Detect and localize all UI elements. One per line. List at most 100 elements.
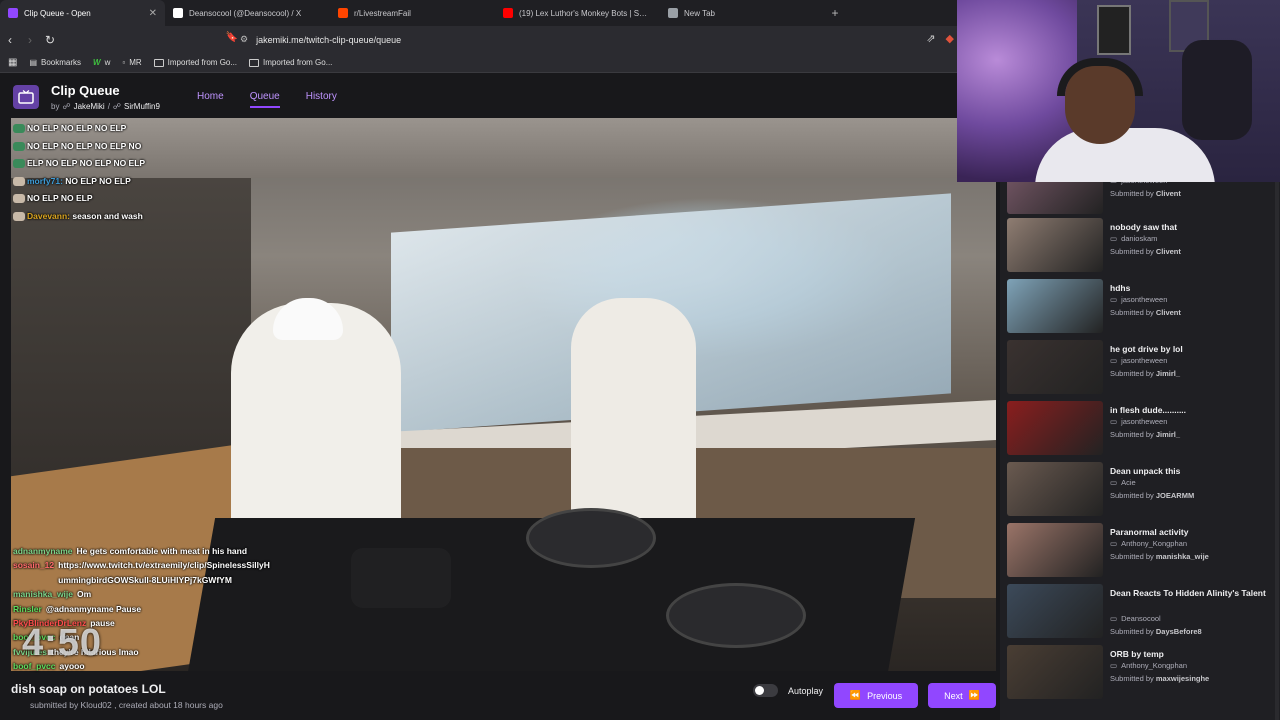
queue-item-author: ▭ Anthony_Kongphan — [1110, 661, 1187, 670]
app-header: Clip Queue by ☍ JakeMiki / ☍ SirMuffin9 … — [0, 78, 1000, 118]
clip-thumbnail[interactable] — [1007, 645, 1103, 699]
bookmark-w[interactable]: Ww — [93, 58, 110, 67]
queue-item-title: Paranormal activity — [1110, 527, 1189, 537]
clip-title: dish soap on potatoes LOL — [11, 682, 166, 696]
queue-item-title: Dean Reacts To Hidden Alinity's Talent — [1110, 588, 1266, 598]
bookmarks-bar: ▦ ▤ Bookmarks Ww ▫ MR Imported from Go... … — [0, 53, 960, 73]
bookmark-folder-2[interactable]: Imported from Go... — [249, 58, 332, 67]
nav-queue[interactable]: Queue — [249, 91, 280, 108]
nav-home[interactable]: Home — [197, 91, 224, 108]
extension-icon[interactable]: ◆ — [946, 32, 954, 45]
clip-thumbnail[interactable] — [1007, 523, 1103, 577]
chat-message: NO ELP NO ELP NO ELP NO — [13, 138, 193, 156]
queue-item-title: nobody saw that — [1110, 222, 1178, 232]
nav-history[interactable]: History — [306, 91, 337, 108]
channel-icon: ▭ — [1110, 478, 1118, 487]
mr-icon: ▫ — [122, 58, 126, 67]
channel-icon: ▭ — [1110, 356, 1118, 365]
clip-thumbnail[interactable] — [1007, 340, 1103, 394]
queue-item[interactable]: Dean Reacts To Hidden Alinity's Talent ▭ D… — [1007, 584, 1277, 640]
tab-title: r/LivestreamFail — [354, 8, 411, 18]
chat-username: morfy71: — [27, 175, 63, 186]
stream-timer: 4:50 — [22, 622, 103, 664]
twitch-icon: ☍ — [112, 102, 122, 111]
channel-icon: ▭ — [1110, 417, 1118, 426]
queue-item-author: ▭ danioskam — [1110, 234, 1158, 243]
browser-tab[interactable]: Deansocool (@Deansocool) / X — [165, 0, 330, 26]
reload-icon[interactable]: ↻ — [40, 33, 60, 47]
queue-item[interactable]: Dean unpack this ▭ Acie Submitted by JOEARM… — [1007, 462, 1277, 518]
chat-text: Om — [77, 589, 92, 600]
browser-tab[interactable]: New Tab — [660, 0, 825, 26]
queue-item[interactable]: nobody saw that ▭ danioskam Submitted by Cl… — [1007, 218, 1277, 274]
back-icon[interactable]: ‹ — [0, 33, 20, 47]
clip-thumbnail[interactable] — [1007, 279, 1103, 333]
author-link-sirmuffin9[interactable]: SirMuffin9 — [124, 102, 160, 111]
chat-text: NO ELP NO ELP — [65, 175, 131, 186]
queue-item[interactable]: Arky & Tugi▭jasontheweenSubmitted by Cli… — [1007, 180, 1277, 216]
browser-tab[interactable]: (19) Lex Luthor's Monkey Bots | SUPE — [495, 0, 660, 26]
chat-username: Rinsler — [13, 603, 42, 614]
clip-thumbnail[interactable] — [1007, 401, 1103, 455]
emote-icon — [13, 211, 25, 221]
queue-item-title: ORB by temp — [1110, 649, 1164, 659]
bookmark-icon[interactable]: 🔖 — [222, 32, 242, 43]
clip-queue-list[interactable]: Arky & Tugi▭jasontheweenSubmitted by Cli… — [1000, 180, 1280, 720]
autoplay-toggle[interactable] — [753, 684, 778, 697]
clip-thumbnail[interactable] — [1007, 180, 1103, 214]
app-logo[interactable] — [13, 85, 39, 109]
streamer-webcam — [957, 0, 1280, 182]
queue-item[interactable]: hdhs ▭ jasontheween Submitted by Clivent — [1007, 279, 1277, 335]
webcam-skateboard-art — [1097, 5, 1131, 55]
share-icon[interactable]: ⇗ — [926, 32, 935, 45]
new-tab-button[interactable]: + — [825, 6, 845, 20]
webcam-chair — [1182, 40, 1252, 140]
folder-icon — [153, 58, 164, 67]
queue-item-author: ▭ Anthony_Kongphan — [1110, 539, 1187, 548]
queue-item[interactable]: ORB by temp ▭ Anthony_Kongphan Submitted by… — [1007, 645, 1277, 701]
queue-item-title: in flesh dude.......... — [1110, 405, 1187, 415]
chat-message: Davevann: season and wash — [13, 208, 193, 226]
video-scene-pot — [351, 548, 451, 608]
queue-item-author: ▭ jasontheween — [1110, 356, 1168, 365]
clip-thumbnail[interactable] — [1007, 584, 1103, 638]
queue-item-submitter: Submitted by manishka_wije — [1110, 552, 1209, 561]
chat-message: Rinsler @adnanmyname Pause — [13, 602, 273, 616]
bookmark-mr[interactable]: ▫ MR — [122, 58, 141, 67]
folder-icon — [249, 58, 260, 67]
previous-button[interactable]: ⏪ Previous — [834, 683, 918, 708]
author-link-jakemiki[interactable]: JakeMiki — [74, 102, 105, 111]
chat-text: season and wash — [72, 210, 143, 221]
apps-grid-icon[interactable]: ▦ — [8, 57, 17, 68]
queue-item-submitter: Submitted by JOEARMM — [1110, 491, 1195, 500]
chat-message: adnanmyname He gets comfortable with meat… — [13, 544, 273, 558]
github-icon: ☍ — [62, 102, 71, 111]
queue-item[interactable]: he got drive by lol ▭ jasontheween Submitte… — [1007, 340, 1277, 396]
tab-favicon-icon — [8, 8, 18, 18]
queue-item-submitter: Submitted by Jimirl_ — [1110, 369, 1181, 378]
app-title: Clip Queue — [51, 83, 120, 98]
forward-icon[interactable]: › — [20, 33, 40, 47]
site-info-icon[interactable]: ⚙ — [240, 34, 248, 45]
tab-title: Clip Queue - Open — [24, 8, 91, 18]
chat-username: Davevann: — [27, 210, 70, 221]
channel-icon: ▭ — [1110, 539, 1118, 548]
tv-icon — [18, 90, 34, 104]
browser-tab[interactable]: r/LivestreamFail — [330, 0, 495, 26]
next-button[interactable]: Next ⏩ — [928, 683, 996, 708]
queue-item[interactable]: Paranormal activity ▭ Anthony_Kongphan Subm… — [1007, 523, 1277, 579]
clip-thumbnail[interactable] — [1007, 462, 1103, 516]
browser-tab[interactable]: Clip Queue - Open ✕ — [0, 0, 165, 26]
bookmark-folder-1[interactable]: Imported from Go... — [153, 58, 237, 67]
queue-item-submitter: Submitted by Clivent — [1110, 308, 1181, 317]
chat-text: ELP NO ELP NO ELP NO ELP — [27, 158, 146, 168]
clip-thumbnail[interactable] — [1007, 218, 1103, 272]
video-scene-pan — [666, 583, 806, 648]
tab-close-icon[interactable]: ✕ — [149, 8, 157, 19]
channel-icon: ▭ — [1110, 234, 1118, 243]
queue-item[interactable]: in flesh dude.......... ▭ jasontheween Subm… — [1007, 401, 1277, 457]
url-field[interactable]: ⚙ jakemiki.me/twitch-clip-queue/queue — [240, 30, 960, 49]
bookmark-bookmarks[interactable]: ▤ Bookmarks — [29, 58, 81, 67]
chat-text: NO ELP NO ELP NO ELP — [27, 123, 127, 133]
chat-text: NO ELP NO ELP — [27, 193, 93, 203]
